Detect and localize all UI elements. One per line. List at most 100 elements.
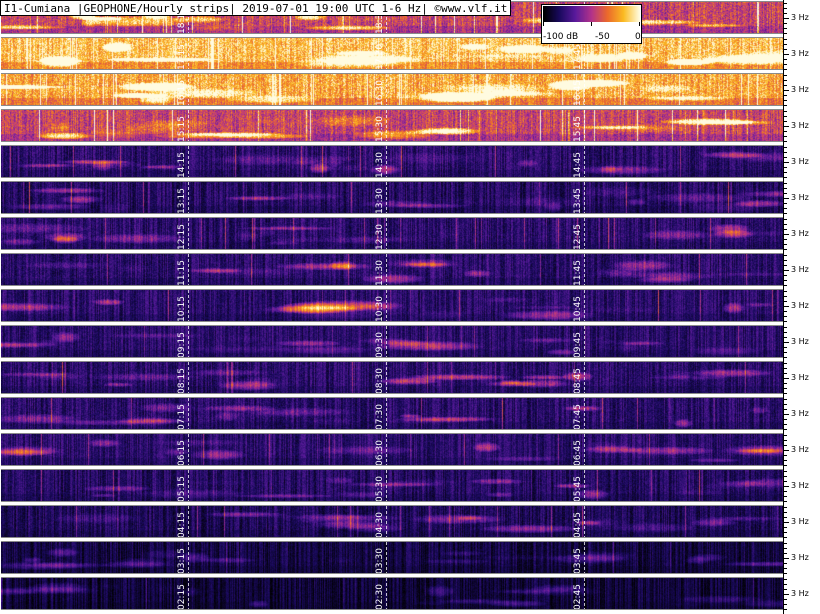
axis-minor-tick (784, 363, 787, 364)
axis-minor-tick (784, 280, 787, 281)
axis-minor-tick (784, 188, 787, 189)
quarter-hour-marker (188, 506, 189, 537)
axis-minor-tick (784, 291, 787, 292)
axis-minor-tick (784, 255, 787, 256)
axis-minor-tick (784, 111, 787, 112)
time-label: 13:30 (375, 188, 385, 214)
axis-row: 3 Hz (784, 181, 820, 217)
axis-minor-tick (784, 219, 787, 220)
axis-minor-tick (784, 116, 787, 117)
axis-minor-tick (784, 208, 787, 209)
quarter-hour-marker (386, 398, 387, 429)
axis-row: 3 Hz (784, 1, 820, 37)
axis-row: 3 Hz (784, 361, 820, 397)
quarter-hour-marker (584, 254, 585, 285)
colorbar-mid-label: -50 (595, 32, 610, 42)
axis-minor-tick (784, 213, 787, 214)
axis-label: 3 Hz (791, 445, 809, 454)
spectrogram-stage: 18:1518:3018:4517:1517:3017:4516:1516:30… (0, 0, 820, 614)
axis-label: 3 Hz (791, 517, 809, 526)
time-label: 11:15 (177, 260, 187, 286)
axis-row: 3 Hz (784, 433, 820, 469)
time-label: 09:45 (573, 332, 583, 358)
axis-minor-tick (784, 85, 787, 86)
axis-major-tick (784, 234, 789, 235)
time-label: 10:30 (375, 296, 385, 322)
axis-minor-tick (784, 321, 787, 322)
axis-minor-tick (784, 553, 787, 554)
axis-major-tick (784, 126, 789, 127)
axis-minor-tick (784, 75, 787, 76)
quarter-hour-marker (188, 578, 189, 609)
axis-minor-tick (784, 532, 787, 533)
strip-hour-03: 03:15 03:30 03:45 (1, 541, 783, 574)
axis-minor-tick (784, 368, 787, 369)
axis-minor-tick (784, 537, 787, 538)
axis-minor-tick (784, 548, 787, 549)
quarter-hour-marker (188, 434, 189, 465)
axis-minor-tick (784, 152, 787, 153)
time-label: 02:45 (573, 584, 583, 610)
axis-minor-tick (784, 471, 787, 472)
axis-minor-tick (784, 141, 787, 142)
time-label: 14:45 (573, 152, 583, 178)
quarter-hour-marker (386, 146, 387, 177)
time-label: 03:30 (375, 548, 385, 574)
spectrogram-hour-08 (1, 362, 783, 393)
time-label: 10:45 (573, 296, 583, 322)
strip-hour-13: 13:15 13:30 13:45 (1, 181, 783, 214)
axis-label: 3 Hz (791, 337, 809, 346)
axis-minor-tick (784, 285, 787, 286)
axis-row: 3 Hz (784, 289, 820, 325)
time-label: 16:30 (375, 80, 385, 106)
quarter-hour-marker (584, 326, 585, 357)
colorbar-min-label: -100 dB (543, 32, 579, 42)
axis-row: 3 Hz (784, 577, 820, 613)
strip-hour-17: 17:15 17:30 17:45 (1, 37, 783, 70)
spectrogram-hour-06 (1, 434, 783, 465)
strip-hour-04: 04:15 04:30 04:45 (1, 505, 783, 538)
axis-minor-tick (784, 604, 787, 605)
axis-minor-tick (784, 527, 787, 528)
axis-minor-tick (784, 404, 787, 405)
time-label: 12:30 (375, 224, 385, 250)
axis-row: 3 Hz (784, 505, 820, 541)
quarter-hour-marker (584, 542, 585, 573)
time-label: 15:30 (375, 116, 385, 142)
axis-minor-tick (784, 203, 787, 204)
time-label: 14:30 (375, 152, 385, 178)
axis-minor-tick (784, 39, 787, 40)
axis-minor-tick (784, 501, 787, 502)
axis-row: 3 Hz (784, 469, 820, 505)
axis-label: 3 Hz (791, 157, 809, 166)
strip-hour-07: 07:15 07:30 07:45 (1, 397, 783, 430)
axis-label: 3 Hz (791, 589, 809, 598)
axis-minor-tick (784, 337, 787, 338)
axis-row: 3 Hz (784, 37, 820, 73)
axis-minor-tick (784, 147, 787, 148)
axis-minor-tick (784, 512, 787, 513)
quarter-hour-marker (188, 398, 189, 429)
axis-minor-tick (784, 131, 787, 132)
axis-minor-tick (784, 388, 787, 389)
time-label: 13:45 (573, 188, 583, 214)
strip-hour-15: 15:15 15:30 15:45 (1, 109, 783, 142)
strip-hour-14: 14:15 14:30 14:45 (1, 145, 783, 178)
axis-minor-tick (784, 584, 787, 585)
axis-minor-tick (784, 507, 787, 508)
axis-minor-tick (784, 393, 787, 394)
axis-minor-tick (784, 316, 787, 317)
quarter-hour-marker (188, 110, 189, 141)
axis-label: 3 Hz (791, 49, 809, 58)
spectrogram-hour-10 (1, 290, 783, 321)
axis-minor-tick (784, 260, 787, 261)
colorbar-tick (639, 22, 640, 26)
quarter-hour-marker (188, 290, 189, 321)
axis-label: 3 Hz (791, 481, 809, 490)
page-title: I1-Cumiana |GEOPHONE/Hourly strips| 2019… (0, 0, 512, 16)
strip-hour-11: 11:15 11:30 11:45 (1, 253, 783, 286)
axis-minor-tick (784, 399, 787, 400)
axis-minor-tick (784, 23, 787, 24)
time-label: 04:30 (375, 512, 385, 538)
spectrogram-hour-07 (1, 398, 783, 429)
